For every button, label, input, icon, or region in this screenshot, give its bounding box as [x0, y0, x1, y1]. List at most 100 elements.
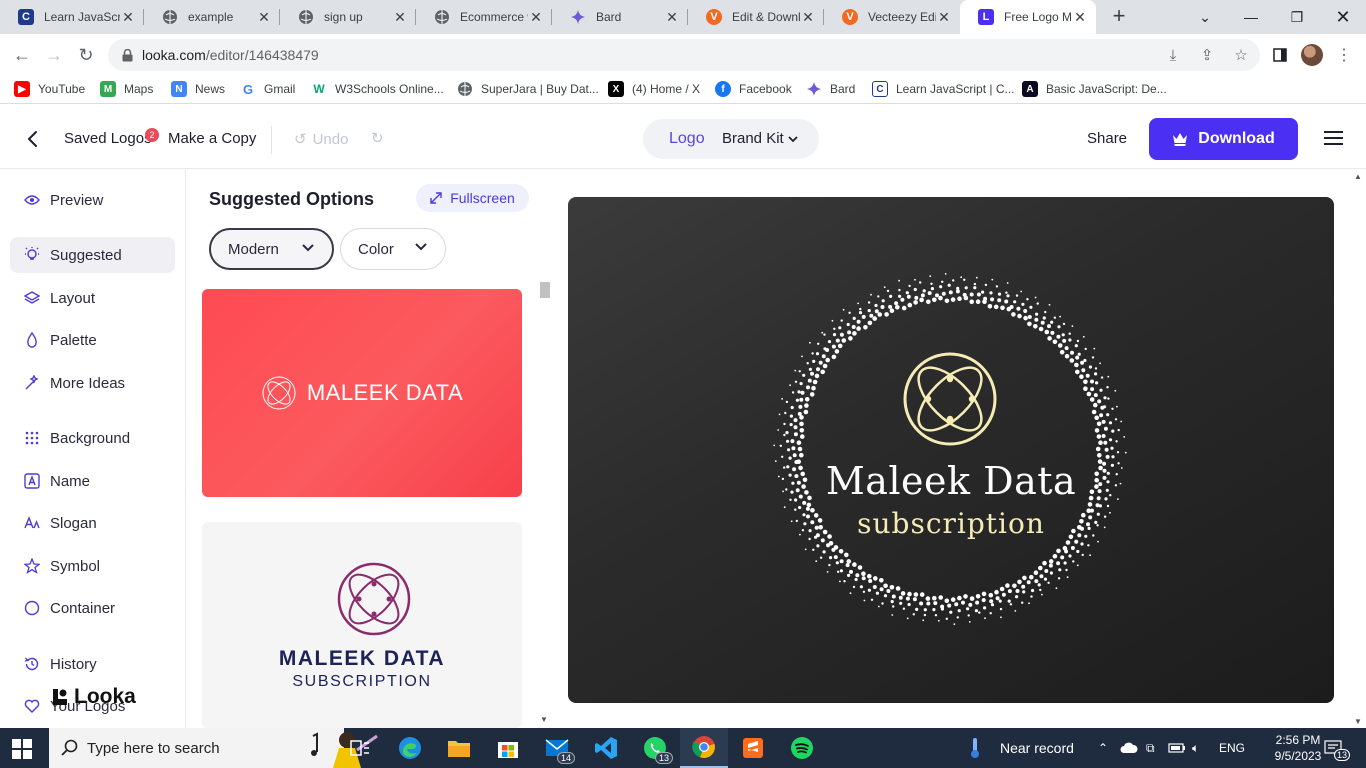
- bookmark-item[interactable]: X (4) Home / X: [608, 81, 700, 97]
- volume-icon[interactable]: 🔈︎: [1192, 728, 1199, 768]
- restore-button[interactable]: ❐: [1274, 0, 1320, 34]
- globe-icon: [434, 9, 450, 25]
- sidebar-item-history[interactable]: History: [10, 646, 175, 682]
- hamburger-menu-icon[interactable]: [1324, 130, 1343, 146]
- color-filter-dropdown[interactable]: Color: [340, 228, 446, 270]
- close-tab-icon[interactable]: ✕: [528, 9, 544, 26]
- tab-brand-kit[interactable]: Brand Kit: [722, 130, 798, 147]
- back-arrow-icon[interactable]: [22, 127, 42, 151]
- close-tab-icon[interactable]: ✕: [256, 9, 272, 26]
- tab-logo[interactable]: Logo: [669, 130, 705, 148]
- show-hidden-icons-icon[interactable]: ⌃: [1098, 728, 1108, 768]
- chrome-icon[interactable]: [680, 728, 728, 768]
- bookmark-star-icon[interactable]: ☆: [1232, 45, 1250, 65]
- close-tab-icon[interactable]: ✕: [664, 9, 680, 26]
- logo-company-name[interactable]: Maleek Data: [568, 459, 1334, 503]
- sidebar-item-preview[interactable]: Preview: [10, 182, 175, 218]
- mail-icon[interactable]: 14: [533, 728, 581, 768]
- omnibox[interactable]: looka.com/editor/146438479 ⤓ ⇪ ☆: [108, 39, 1260, 71]
- taskbar-search-box[interactable]: Type here to search: [49, 728, 378, 768]
- panel-scrollbar[interactable]: ▼: [538, 282, 551, 728]
- task-view-icon[interactable]: [336, 728, 384, 768]
- bookmark-item[interactable]: N News: [171, 81, 225, 97]
- side-panel-icon[interactable]: [1270, 43, 1290, 67]
- bookmark-item[interactable]: W W3Schools Online...: [311, 81, 444, 97]
- new-tab-button[interactable]: +: [1108, 4, 1130, 30]
- windows-start-icon[interactable]: [12, 739, 32, 764]
- close-tab-icon[interactable]: ✕: [1072, 9, 1088, 26]
- logo-slogan[interactable]: subscription: [568, 507, 1334, 540]
- scroll-down-arrow-icon[interactable]: ▼: [1354, 717, 1362, 726]
- sidebar-item-layout[interactable]: Layout: [10, 280, 175, 316]
- scroll-up-arrow-icon[interactable]: ▲: [1354, 172, 1362, 181]
- bookmark-item[interactable]: M Maps: [100, 81, 153, 97]
- download-button[interactable]: Download: [1149, 118, 1298, 160]
- browser-tab[interactable]: example ✕: [144, 0, 280, 34]
- saved-logos-link[interactable]: Saved Logos: [64, 130, 152, 147]
- reload-button[interactable]: ↻: [74, 43, 98, 67]
- edge-icon[interactable]: [386, 728, 434, 768]
- vscode-icon[interactable]: [582, 728, 630, 768]
- history-icon: [24, 656, 40, 672]
- bookmark-item[interactable]: ▶ YouTube: [14, 81, 85, 97]
- browser-tab[interactable]: V Vecteezy Edit ✕: [824, 0, 960, 34]
- close-window-button[interactable]: ✕: [1320, 0, 1366, 34]
- fullscreen-button[interactable]: Fullscreen: [416, 184, 529, 212]
- bookmark-item[interactable]: C Learn JavaScript | C...: [872, 81, 1015, 97]
- browser-tab[interactable]: Ecommerce w ✕: [416, 0, 552, 34]
- make-a-copy-button[interactable]: Make a Copy: [168, 130, 256, 147]
- spotify-icon[interactable]: [778, 728, 826, 768]
- bookmark-item[interactable]: f Facebook: [715, 81, 792, 97]
- sidebar-item-palette[interactable]: Palette: [10, 322, 175, 358]
- sublime-icon[interactable]: [729, 728, 777, 768]
- browser-tab[interactable]: Bard ✕: [552, 0, 688, 34]
- canvas-scrollbar[interactable]: ▲ ▼: [1350, 170, 1366, 728]
- sidebar-item-symbol[interactable]: Symbol: [10, 548, 175, 584]
- logo-preview-canvas[interactable]: Maleek Data subscription: [568, 197, 1334, 703]
- forward-button[interactable]: →: [42, 43, 66, 67]
- browser-tab[interactable]: V Edit & Downl ✕: [688, 0, 824, 34]
- logo-option-card[interactable]: MALEEK DATA: [202, 289, 522, 497]
- taskbar-clock[interactable]: 2:56 PM 9/5/2023: [1268, 732, 1328, 764]
- close-tab-icon[interactable]: ✕: [120, 9, 136, 26]
- whatsapp-icon[interactable]: 13: [631, 728, 679, 768]
- minimize-button[interactable]: —: [1228, 0, 1274, 34]
- install-app-icon[interactable]: ⤓: [1164, 45, 1182, 65]
- tab-search-icon[interactable]: ⌄: [1182, 0, 1228, 34]
- sidebar-item-name[interactable]: Name: [10, 463, 175, 499]
- language-indicator[interactable]: ENG: [1219, 728, 1245, 768]
- redo-icon[interactable]: ↻: [371, 129, 384, 147]
- scroll-down-arrow-icon[interactable]: ▼: [540, 715, 548, 724]
- scrollbar-thumb[interactable]: [540, 282, 550, 298]
- style-filter-dropdown[interactable]: Modern: [209, 228, 334, 270]
- chrome-menu-icon[interactable]: ⋮: [1334, 43, 1354, 67]
- browser-tab-active[interactable]: L Free Logo Ma ✕: [960, 0, 1096, 34]
- weather-widget[interactable]: Near record: [968, 728, 1074, 768]
- undo-button[interactable]: ↺ Undo: [294, 130, 348, 149]
- notifications-icon[interactable]: 13: [1324, 728, 1351, 768]
- battery-icon[interactable]: [1168, 728, 1186, 768]
- browser-tab[interactable]: sign up ✕: [280, 0, 416, 34]
- bookmark-item[interactable]: A Basic JavaScript: De...: [1022, 81, 1167, 97]
- bookmark-item[interactable]: G Gmail: [240, 81, 295, 97]
- sidebar-item-more-ideas[interactable]: More Ideas: [10, 365, 175, 401]
- close-tab-icon[interactable]: ✕: [392, 9, 408, 26]
- share-button[interactable]: Share: [1087, 130, 1127, 147]
- profile-avatar[interactable]: [1300, 43, 1324, 67]
- onedrive-cloud-icon[interactable]: [1120, 728, 1138, 768]
- bookmark-item[interactable]: SuperJara | Buy Dat...: [457, 81, 599, 97]
- meet-now-icon[interactable]: ⧉: [1146, 728, 1155, 768]
- logo-option-card[interactable]: MALEEK DATA SUBSCRIPTION: [202, 522, 522, 728]
- sidebar-item-suggested[interactable]: Suggested: [10, 237, 175, 273]
- store-icon[interactable]: [484, 728, 532, 768]
- close-tab-icon[interactable]: ✕: [800, 9, 816, 26]
- back-button[interactable]: ←: [10, 43, 34, 67]
- folder-icon[interactable]: [435, 728, 483, 768]
- close-tab-icon[interactable]: ✕: [936, 9, 952, 26]
- share-page-icon[interactable]: ⇪: [1198, 45, 1216, 65]
- sidebar-item-background[interactable]: Background: [10, 420, 175, 456]
- sidebar-item-container[interactable]: Container: [10, 590, 175, 626]
- browser-tab[interactable]: C Learn JavaScr ✕: [0, 0, 144, 34]
- sidebar-item-slogan[interactable]: Slogan: [10, 505, 175, 541]
- bookmark-item[interactable]: Bard: [806, 81, 855, 97]
